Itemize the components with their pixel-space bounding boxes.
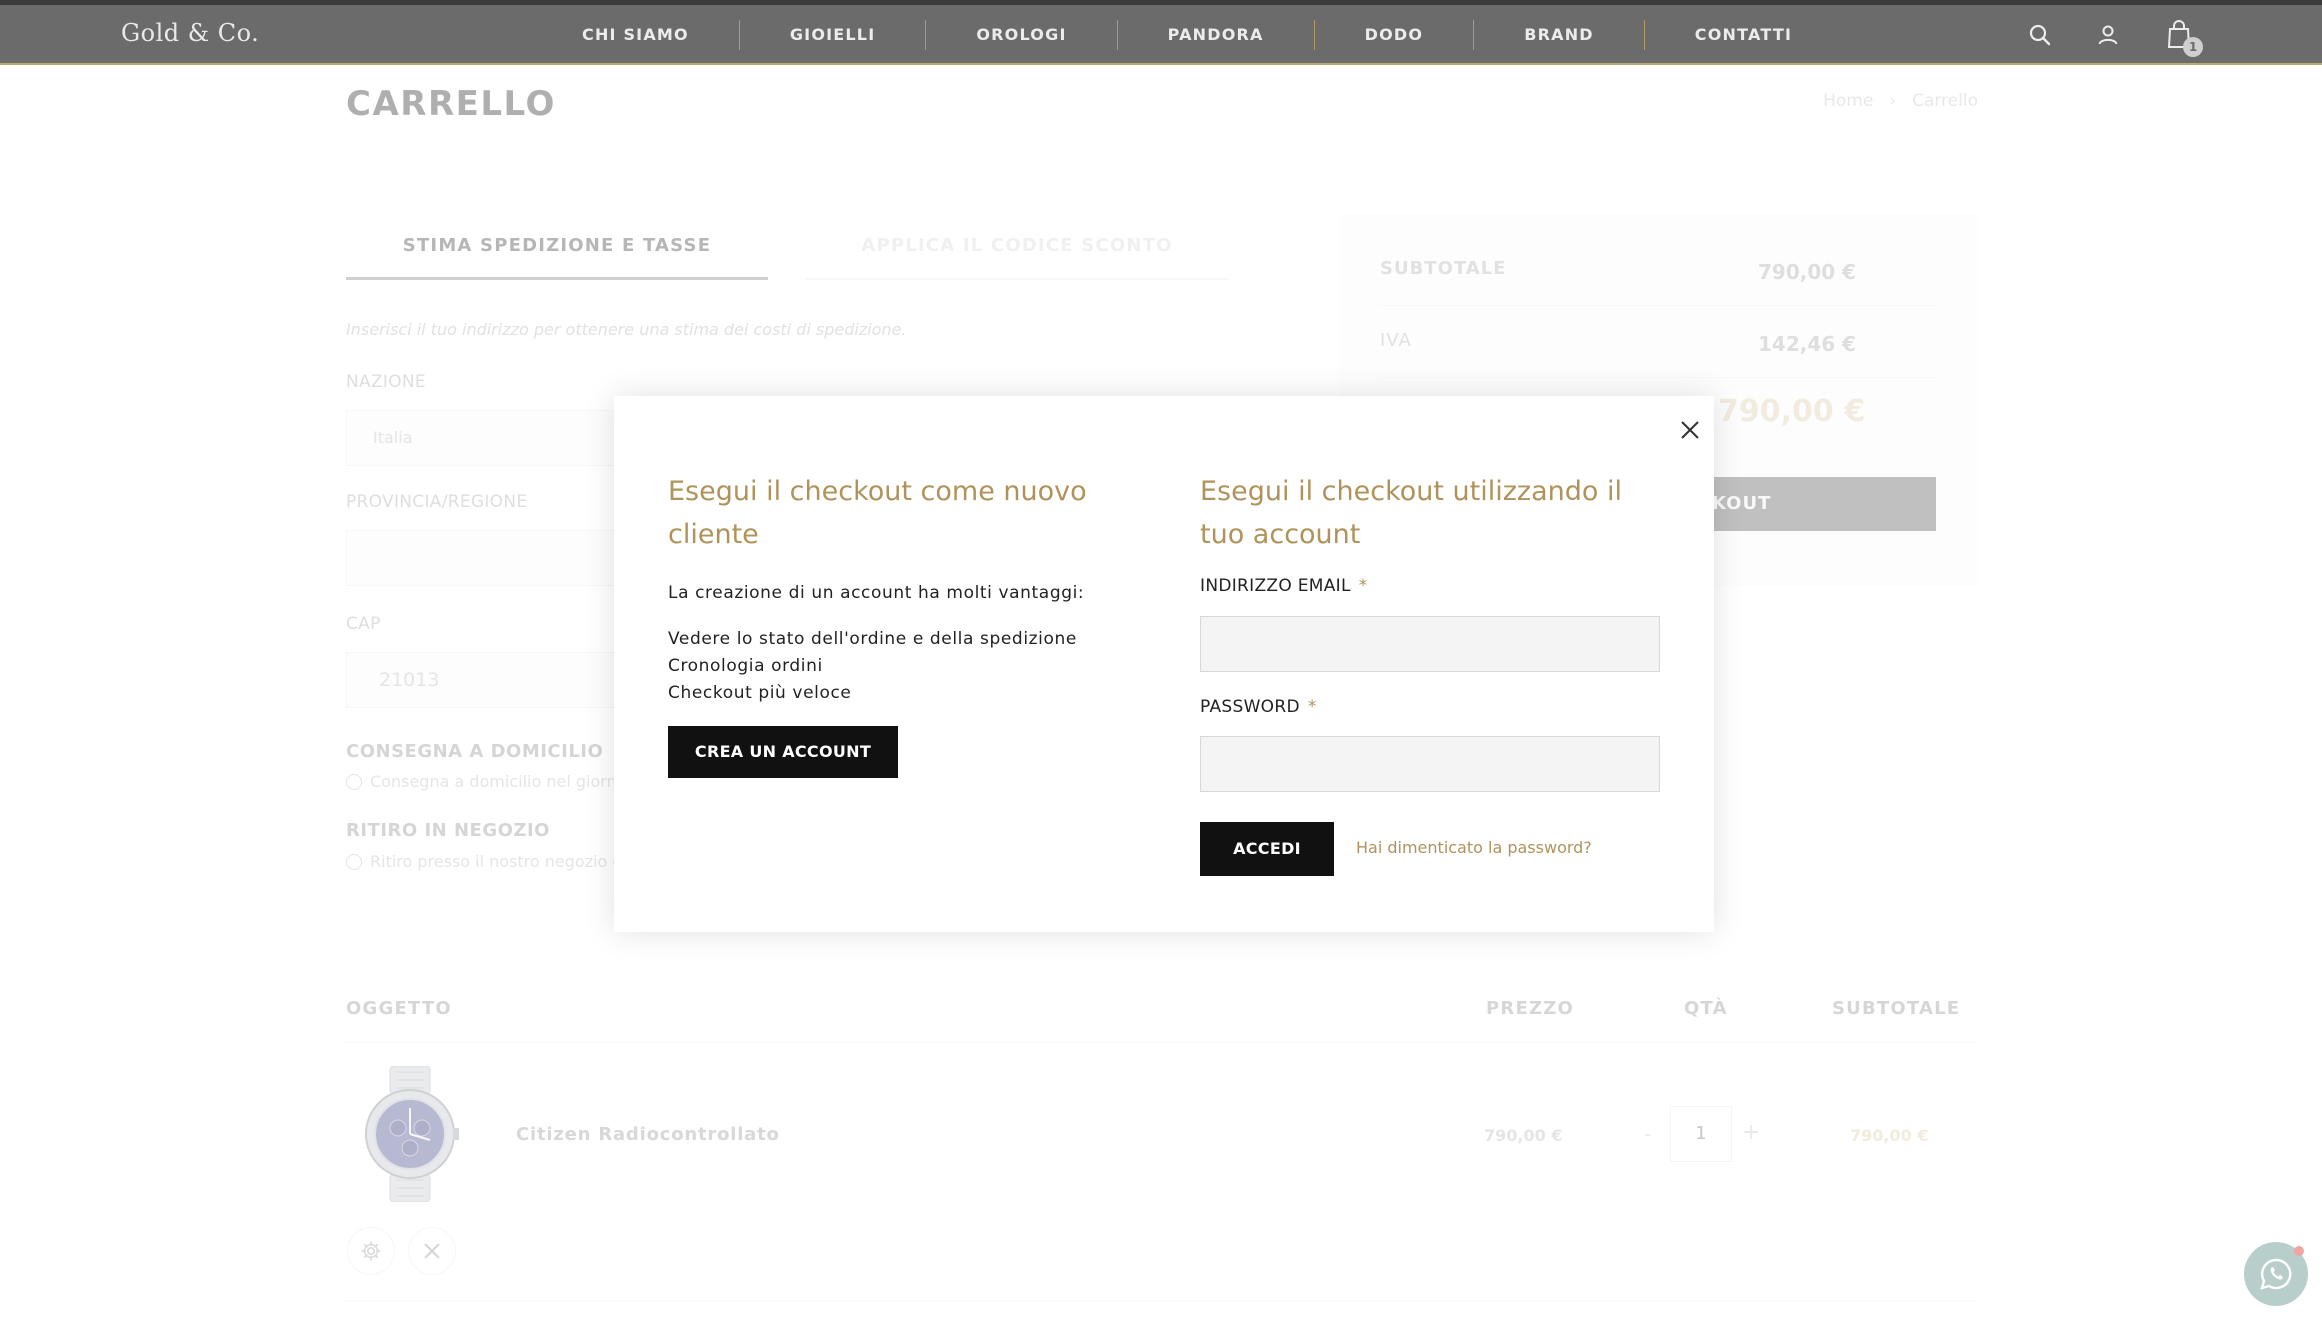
cart-icon[interactable]: 1 [2164, 19, 2203, 57]
email-field[interactable] [1200, 616, 1660, 672]
email-required-mark: * [1358, 576, 1368, 596]
login-checkout-title: Esegui il checkout utilizzando il tuo ac… [1200, 476, 1622, 550]
benefit-order-status: Vedere lo stato dell'ordine e della sped… [668, 629, 1077, 649]
forgot-password-link[interactable]: Hai dimenticato la password? [1356, 838, 1592, 857]
user-icon[interactable] [2092, 19, 2124, 51]
nav-brand[interactable]: BRAND [1474, 20, 1645, 50]
nav-pandora[interactable]: PANDORA [1118, 20, 1315, 50]
checkout-modal: Esegui il checkout come nuovo cliente La… [614, 396, 1714, 932]
site-logo[interactable]: Gold & Co. [121, 19, 259, 47]
search-icon[interactable] [2024, 19, 2056, 51]
main-nav: CHI SIAMO GIOIELLI OROLOGI PANDORA DODO … [560, 5, 1842, 65]
password-label-text: PASSWORD [1200, 697, 1300, 717]
site-header: Gold & Co. CHI SIAMO GIOIELLI OROLOGI PA… [0, 5, 2322, 65]
password-field[interactable] [1200, 736, 1660, 792]
modal-close-button[interactable] [1672, 412, 1708, 448]
password-label: PASSWORD * [1200, 697, 1317, 717]
benefit-faster-checkout: Checkout più veloce [668, 683, 852, 703]
password-required-mark: * [1307, 697, 1317, 717]
login-button[interactable]: ACCEDI [1200, 822, 1334, 876]
benefit-order-history: Cronologia ordini [668, 656, 823, 676]
create-account-button[interactable]: CREA UN ACCOUNT [668, 726, 898, 778]
nav-contatti[interactable]: CONTATTI [1645, 20, 1842, 50]
email-label: INDIRIZZO EMAIL * [1200, 576, 1368, 596]
cart-count-badge: 1 [2183, 37, 2203, 57]
nav-chi-siamo[interactable]: CHI SIAMO [560, 20, 740, 50]
guest-checkout-title: Esegui il checkout come nuovo cliente [668, 476, 1087, 550]
close-icon [1681, 421, 1699, 439]
nav-orologi[interactable]: OROLOGI [926, 20, 1118, 50]
nav-gioielli[interactable]: GIOIELLI [740, 20, 927, 50]
email-label-text: INDIRIZZO EMAIL [1200, 576, 1351, 596]
benefits-intro: La creazione di un account ha molti vant… [668, 583, 1085, 603]
nav-dodo[interactable]: DODO [1315, 20, 1475, 50]
